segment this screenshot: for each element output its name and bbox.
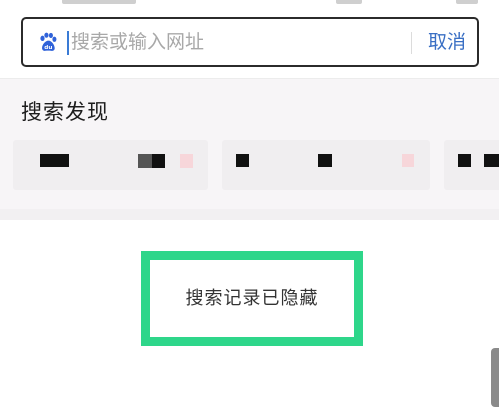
discover-item[interactable]: [444, 140, 499, 190]
cancel-button[interactable]: 取消: [421, 27, 473, 57]
status-bar-remnant: [62, 0, 136, 4]
redacted-text: [458, 154, 471, 167]
redacted-text: [40, 154, 69, 167]
discover-item[interactable]: [222, 140, 430, 190]
divider: [411, 32, 412, 54]
redacted-text: [236, 154, 249, 167]
search-box[interactable]: du 取消: [21, 17, 479, 67]
redacted-text: [180, 154, 193, 168]
redacted-text: [402, 154, 414, 167]
baidu-paw-icon: du: [40, 32, 57, 51]
discover-item[interactable]: [13, 140, 208, 190]
status-bar-remnant: [336, 0, 362, 4]
status-bar-remnant: [456, 0, 478, 4]
scrollbar-thumb[interactable]: [491, 348, 499, 407]
history-hidden-message: 搜索记录已隐藏: [185, 288, 319, 309]
annotation-highlight-box: 搜索记录已隐藏: [141, 251, 363, 346]
svg-text:du: du: [44, 45, 52, 51]
section-separator: [0, 209, 499, 220]
text-cursor: [67, 31, 69, 55]
redacted-text: [318, 154, 332, 167]
redacted-text: [138, 154, 153, 168]
discover-title: 搜索发现: [21, 100, 109, 124]
redacted-text: [152, 154, 165, 168]
search-input[interactable]: [71, 27, 401, 57]
redacted-text: [484, 154, 499, 167]
top-bar: du 取消: [0, 0, 499, 84]
